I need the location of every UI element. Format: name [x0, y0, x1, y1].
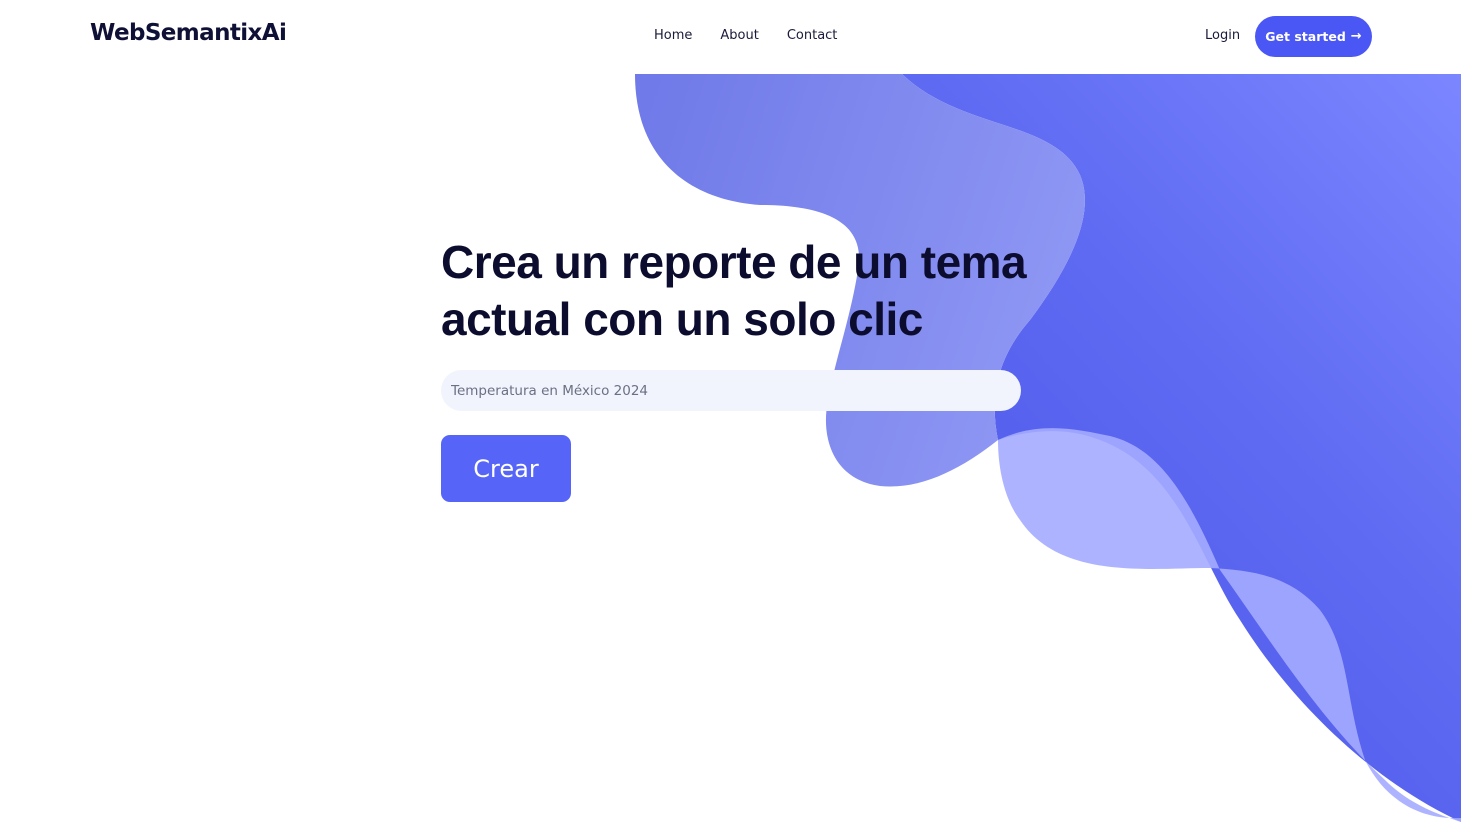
arrow-right-icon: → [1350, 29, 1362, 44]
top-navbar: WebSemantixAi Home About Contact Login G… [0, 0, 1461, 74]
nav-home-link[interactable]: Home [654, 28, 692, 43]
background-wave-shapes [635, 74, 1461, 822]
nav-contact-link[interactable]: Contact [787, 28, 838, 43]
login-link[interactable]: Login [1205, 28, 1240, 43]
create-report-button[interactable]: Crear [441, 435, 571, 502]
hero-title-line-2: actual con un solo clic [441, 293, 923, 345]
brand-logo[interactable]: WebSemantixAi [90, 20, 287, 46]
hero-section: Crea un reporte de un tema actual con un… [441, 234, 1061, 348]
hero-title-line-1: Crea un reporte de un tema [441, 236, 1027, 288]
nav-about-link[interactable]: About [720, 28, 758, 43]
hero-title: Crea un reporte de un tema actual con un… [441, 234, 1061, 348]
get-started-button[interactable]: Get started → [1255, 16, 1372, 57]
landing-page: WebSemantixAi Home About Contact Login G… [0, 0, 1461, 822]
topic-search-input[interactable] [441, 370, 1021, 411]
main-nav: Home About Contact [654, 28, 837, 43]
get-started-label: Get started [1265, 29, 1346, 44]
